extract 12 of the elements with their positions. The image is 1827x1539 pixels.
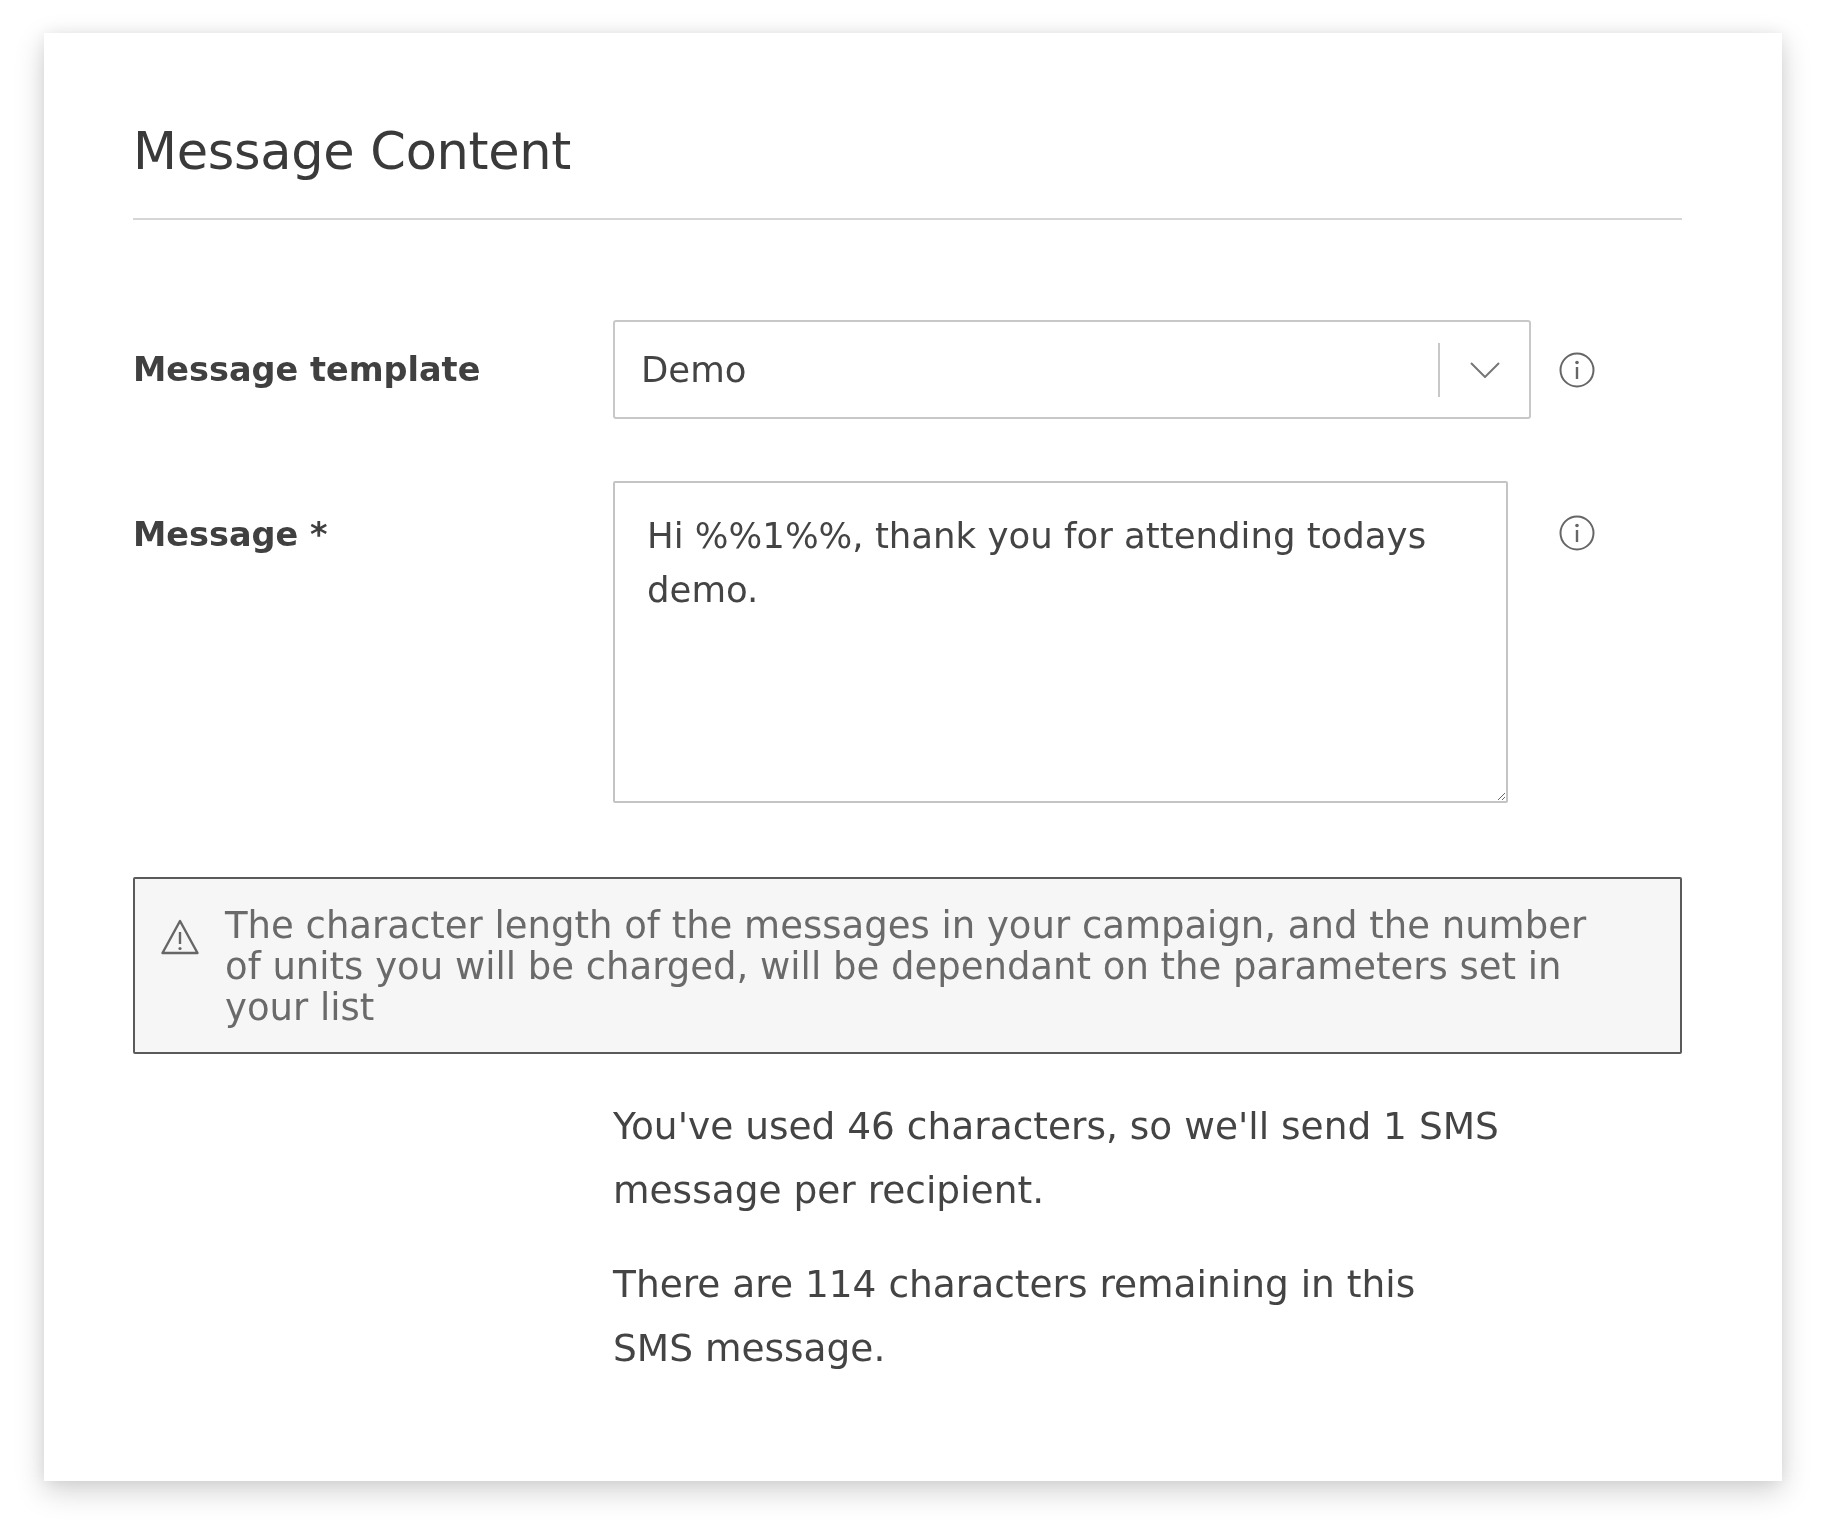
character-count-text: There are 114 characters remaining in this SMS message. <box>613 1261 1417 1372</box>
field-label: Message template <box>133 348 481 391</box>
template-select[interactable]: Demo <box>613 320 1531 419</box>
info-icon[interactable] <box>1559 351 1595 388</box>
info-icon[interactable] <box>1559 515 1595 551</box>
section-title: Message Content <box>133 121 572 183</box>
character-count-text: You've used 46 characters, so we'll send 1 SMS message per recipient. <box>613 1103 1500 1214</box>
message-textarea[interactable]: Hi %%1%%, thank you for attending todays demo. <box>613 481 1508 803</box>
warning-text: The character length of the messages in your campaign, and the number of units you will be charged, will be dependant on the parameters set in your list <box>225 905 1588 1028</box>
chevron-down-icon <box>1469 361 1500 378</box>
warning-icon <box>161 919 199 955</box>
field-label: Message * <box>133 514 328 556</box>
